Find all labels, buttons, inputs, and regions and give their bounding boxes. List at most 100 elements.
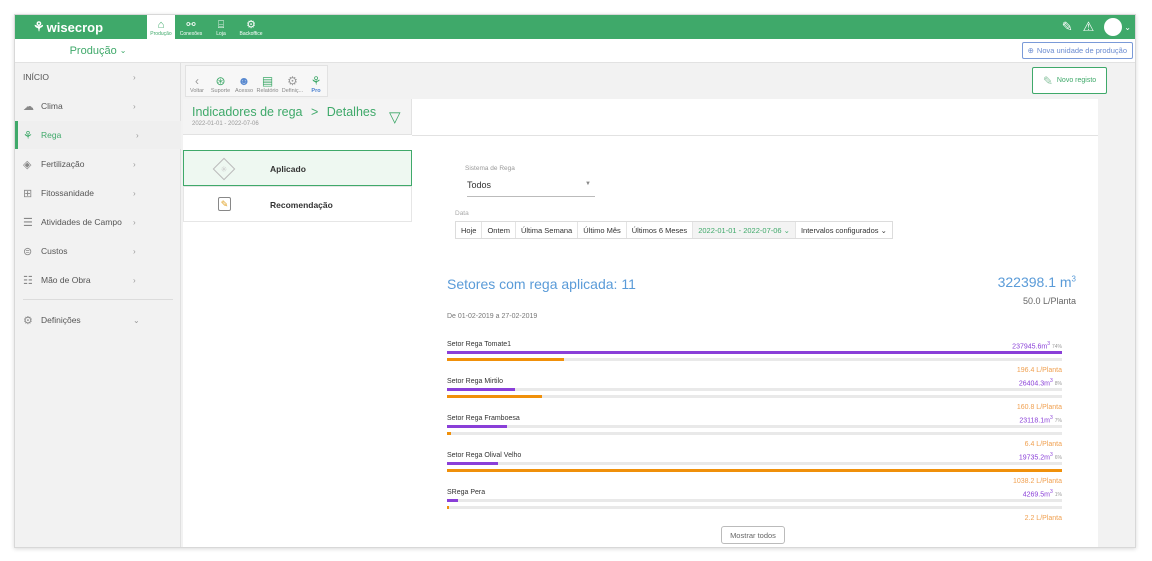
- sprinkler-icon: ⚘: [310, 74, 322, 88]
- sector-volume-value: 19735.2m: [1018, 454, 1050, 462]
- access-button[interactable]: ☻ Acesso: [233, 66, 255, 96]
- irrigation-system-value: Todos: [467, 180, 492, 190]
- sidebar-item-atividades[interactable]: ☰ Atividades de Campo ›: [15, 208, 181, 236]
- sidebar-item-fertilizacao[interactable]: ◈ Fertilização ›: [15, 150, 181, 178]
- plus-circle-icon: ⊕: [1027, 46, 1034, 55]
- breadcrumb-separator: >: [310, 105, 319, 119]
- sidebar-item-definicoes[interactable]: ⚙ Definições ⌄: [15, 306, 181, 334]
- sidebar-item-label: INÍCIO: [23, 72, 49, 82]
- sector-row[interactable]: Setor Rega Olival Velho 19735.2m36% 1038.2…: [447, 452, 1062, 489]
- volume-bar-track: [447, 425, 1062, 428]
- sidebar-item-fitossanidade[interactable]: ⊞ Fitossanidade ›: [15, 179, 181, 207]
- irrigation-system-select[interactable]: Todos ▼: [467, 178, 595, 197]
- caret-down-icon: ▼: [585, 181, 591, 187]
- sector-name: Setor Rega Olival Velho: [447, 452, 522, 459]
- pro-button[interactable]: ⚘ Pro: [305, 66, 327, 96]
- sector-volume: 26404.3m38%: [1019, 378, 1062, 387]
- top-bar: ⚘ wisecrop ⌂ Produção ⚯ Conexões ⌸ Loja …: [15, 15, 1135, 39]
- tab-backoffice[interactable]: ⚙ Backoffice: [237, 15, 265, 39]
- sector-percentage: 7%: [1054, 418, 1062, 425]
- sidebar-item-rega[interactable]: ⚘ Rega ›: [15, 121, 181, 149]
- sector-row[interactable]: SRega Pera 4269.5m31% 2.2 L/Planta: [447, 489, 1062, 526]
- back-button[interactable]: ‹ Voltar: [186, 66, 208, 96]
- settings-button[interactable]: ⚙ Definiç...: [280, 66, 305, 96]
- date-tab-ultimos-6-meses[interactable]: Últimos 6 Meses: [627, 222, 694, 238]
- chevron-down-icon[interactable]: ⌄: [1124, 23, 1131, 32]
- sidebar-item-label: Fertilização: [41, 159, 85, 169]
- date-tab-hoje[interactable]: Hoje: [456, 222, 483, 238]
- volume-bar-track: [447, 388, 1062, 391]
- tab-conexoes[interactable]: ⚯ Conexões: [177, 15, 205, 39]
- tab-producao[interactable]: ⌂ Produção: [147, 15, 175, 39]
- production-select-value: Produção: [69, 44, 117, 57]
- sector-volume-unit-sup: 3: [1049, 378, 1053, 384]
- chevron-down-icon: ⌄: [119, 46, 127, 55]
- per-plant-bar-track: [447, 432, 1062, 435]
- chevron-down-icon: ⌄: [133, 315, 140, 325]
- total-per-plant: 50.0 L/Planta: [1022, 296, 1076, 306]
- support-button[interactable]: ⊛ Suporte: [208, 66, 233, 96]
- sector-row[interactable]: Setor Rega Mirtilo 26404.3m38% 160.8 L/Pla…: [447, 378, 1062, 415]
- new-record-label: Novo registo: [1056, 77, 1097, 84]
- sidebar-item-clima[interactable]: ☁ Clima ›: [15, 92, 181, 120]
- volume-bar-track: [447, 462, 1062, 465]
- date-tab-ontem[interactable]: Ontem: [482, 222, 516, 238]
- sector-row[interactable]: Setor Rega Framboesa 23118.1m37% 6.4 L/Pla…: [447, 415, 1062, 452]
- sidebar-item-custos[interactable]: ⊜ Custos ›: [15, 237, 181, 265]
- sector-per-plant: 196.4 L/Planta: [1016, 367, 1062, 374]
- new-record-button[interactable]: ✎ Novo registo: [1032, 67, 1107, 94]
- new-unit-button[interactable]: ⊕ Nova unidade de produção: [1021, 42, 1133, 59]
- report-button[interactable]: ▤ Relatório: [255, 66, 280, 96]
- per-plant-bar-track: [447, 506, 1062, 509]
- sector-volume: 237945.6m374%: [1012, 341, 1062, 350]
- sector-volume: 19735.2m36%: [1019, 452, 1062, 461]
- date-tab-ultima-semana[interactable]: Última Semana: [516, 222, 579, 238]
- sector-row[interactable]: Setor Rega Tomate1 237945.6m374% 196.4 L/P…: [447, 341, 1062, 378]
- date-tab-configured-intervals[interactable]: Intervalos configurados ⌄: [796, 222, 892, 238]
- tool-label: Acesso: [234, 88, 254, 94]
- avatar[interactable]: [1104, 18, 1123, 36]
- top-right-actions: ✎ ⚠ ⌄: [1062, 18, 1131, 36]
- sidebar-item-mao-de-obra[interactable]: ☷ Mão de Obra ›: [15, 266, 181, 294]
- report-icon: ▤: [261, 74, 274, 88]
- sidebar-item-label: Fitossanidade: [41, 188, 94, 198]
- sidebar-item-inicio[interactable]: INÍCIO ›: [15, 63, 181, 91]
- leaf-icon: ⚘: [33, 19, 45, 34]
- chevron-left-icon: ‹: [195, 74, 199, 88]
- production-select[interactable]: Produção ⌄: [15, 39, 181, 62]
- per-plant-bar-track: [447, 469, 1062, 472]
- pencil-icon: ✎: [1042, 73, 1053, 88]
- workers-icon: ☷: [23, 274, 33, 287]
- tab-label: Produção: [150, 31, 172, 37]
- sector-percentage: 8%: [1054, 381, 1062, 388]
- total-volume: 322398.1 m3: [998, 274, 1076, 290]
- notes-icon[interactable]: ✎: [1062, 19, 1073, 35]
- mode-recomendacao[interactable]: ✎ Recomendação: [183, 186, 412, 222]
- date-tab-ultimo-mes[interactable]: Último Mês: [578, 222, 627, 238]
- total-volume-unit-sup: 3: [1071, 274, 1076, 284]
- recommendation-icon: ✎: [218, 197, 231, 211]
- date-tab-custom-range[interactable]: 2022-01-01 - 2022-07-06 ⌄: [693, 222, 796, 238]
- per-plant-bar-track: [447, 395, 1062, 398]
- date-label: Data: [455, 210, 469, 217]
- volume-bar: [447, 499, 459, 502]
- sector-name: Setor Rega Framboesa: [447, 415, 520, 422]
- sector-volume-unit-sup: 3: [1049, 415, 1053, 421]
- warning-icon[interactable]: ⚠: [1083, 19, 1095, 35]
- brand-logo[interactable]: ⚘ wisecrop: [15, 15, 147, 39]
- sectors-title: Setores com rega aplicada: 11: [447, 276, 636, 292]
- breadcrumb: Indicadores de rega > Detalhes 2022-01-0…: [183, 99, 412, 135]
- user-gear-icon: ⚙: [246, 19, 256, 31]
- breadcrumb-path: Indicadores de rega > Detalhes: [192, 105, 376, 119]
- sidebar-item-label: Mão de Obra: [41, 275, 91, 285]
- sector-volume-value: 26404.3m: [1018, 380, 1050, 388]
- breadcrumb-parent[interactable]: Indicadores de rega: [192, 105, 303, 119]
- filter-icon[interactable]: ▽: [389, 108, 401, 126]
- tool-label: Voltar: [189, 88, 205, 94]
- user-icon: ☻: [237, 74, 251, 88]
- fertilizer-icon: ◈: [23, 158, 32, 171]
- show-all-button[interactable]: Mostrar todos: [721, 526, 785, 544]
- chevron-right-icon: ›: [133, 246, 136, 256]
- mode-aplicado[interactable]: ✳ Aplicado: [183, 150, 412, 186]
- tab-loja[interactable]: ⌸ Loja: [207, 15, 235, 39]
